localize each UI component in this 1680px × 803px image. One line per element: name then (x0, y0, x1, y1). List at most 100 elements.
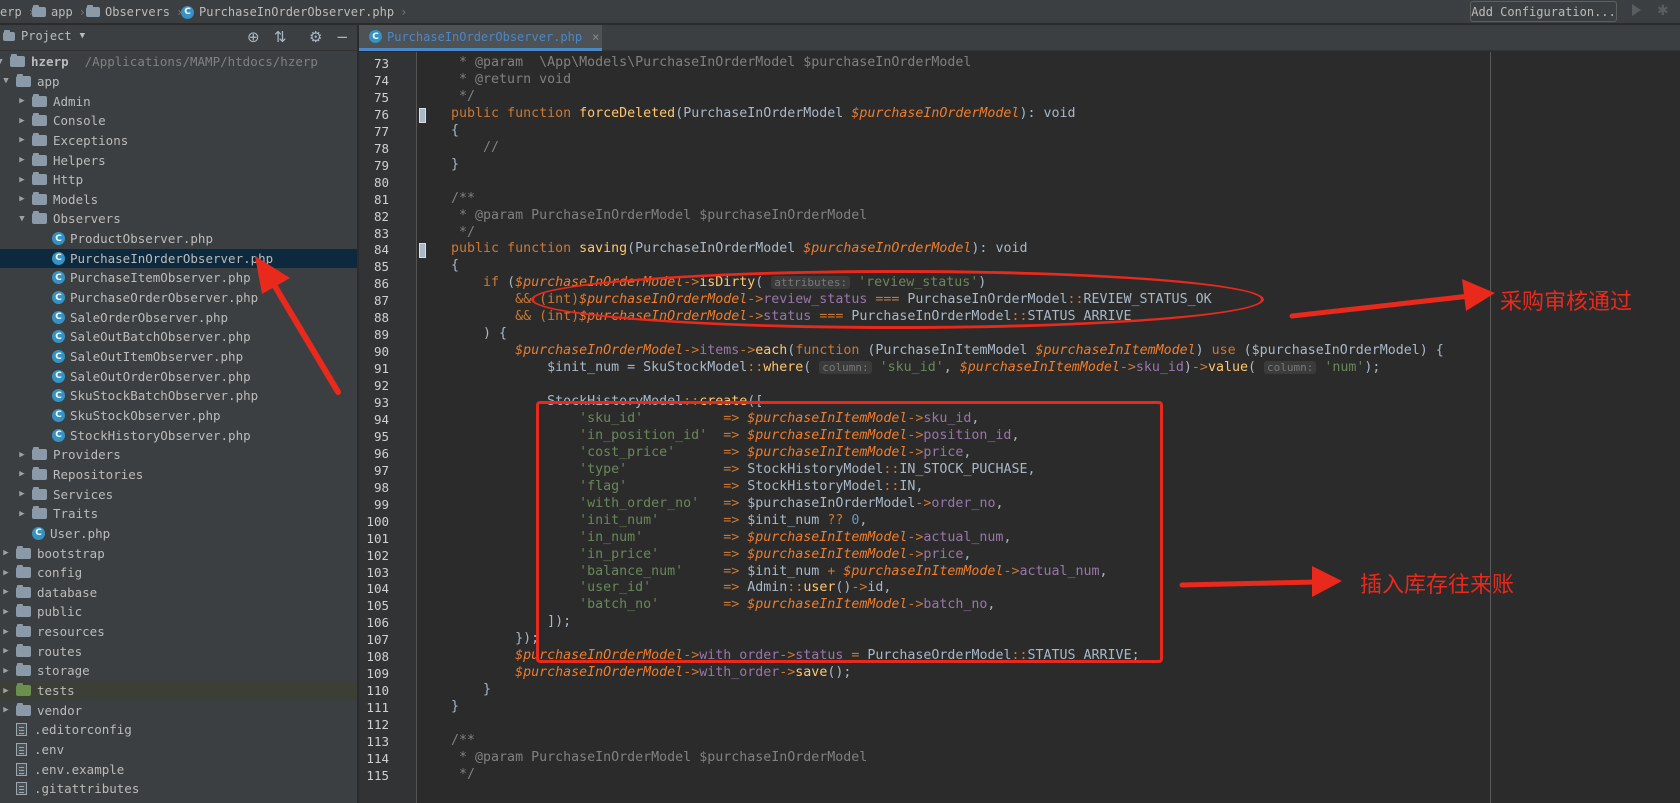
tree-item-console[interactable]: ▶ Console (0, 111, 357, 131)
chevron-right-icon[interactable]: ▶ (16, 135, 28, 145)
tab-purchase-in-order-observer[interactable]: C PurchaseInOrderObserver.php × (359, 25, 602, 51)
chevron-right-icon[interactable]: ▶ (16, 509, 28, 519)
tree-item-observers[interactable]: ▼ Observers (0, 209, 357, 229)
add-configuration-button[interactable]: Add Configuration... (1470, 1, 1617, 22)
breadcrumb-root[interactable]: erp› (0, 3, 35, 21)
tree-item-resources[interactable]: ▶ resources (0, 622, 357, 642)
chevron-right-icon[interactable]: ▶ (16, 96, 28, 106)
debug-icon[interactable]: ✱ (1657, 3, 1669, 19)
tree-item-traits[interactable]: ▶ Traits (0, 504, 357, 524)
tree-item-tests[interactable]: ▶ tests (0, 680, 357, 701)
tree-item-skustockobserver-php[interactable]: C SkuStockObserver.php (0, 406, 357, 426)
tree-item-user-php[interactable]: C User.php (0, 524, 357, 544)
line-number-gutter[interactable]: 73 74 75 76 77 78 79 80 81 82 83 84 85 86 87 88 89 90 91 92… (359, 52, 426, 803)
code-token: /** (419, 733, 476, 748)
code-token: } (419, 682, 492, 698)
tree-item-services[interactable]: ▶ Services (0, 484, 357, 504)
tree-item-purchaseitemobserver-php[interactable]: C PurchaseItemObserver.php (0, 268, 357, 288)
tree-item-label: Observers (53, 211, 121, 227)
gear-icon[interactable]: ⚙ (309, 28, 322, 46)
tree-item-storage[interactable]: ▶ storage (0, 661, 357, 681)
project-view-selector[interactable]: Project ▼ (3, 29, 85, 43)
chevron-right-icon[interactable]: ▶ (16, 155, 28, 165)
tree-item-label: Exceptions (53, 132, 129, 148)
line-number: 107 (366, 632, 389, 648)
tree-item-editorconfig[interactable]: .editorconfig (0, 720, 357, 740)
text-file-icon (16, 743, 27, 757)
tree-item-exceptions[interactable]: ▶ Exceptions (0, 131, 357, 151)
code-token: // (419, 139, 500, 155)
code-token: -> (683, 343, 700, 359)
code-token: with_order (699, 665, 780, 681)
chevron-right-icon[interactable]: ▶ (16, 175, 28, 185)
chevron-right-icon[interactable]: ▶ (0, 646, 12, 656)
tree-item-vendor[interactable]: ▶ vendor (0, 700, 357, 720)
chevron-right-icon[interactable]: ▶ (0, 607, 12, 617)
tree-item-models[interactable]: ▶ Models (0, 190, 357, 210)
line-number: 100 (366, 513, 389, 529)
folder-icon (16, 663, 31, 677)
tree-item-bootstrap[interactable]: ▶ bootstrap (0, 543, 357, 563)
text-file-icon (16, 782, 27, 796)
tree-item-productobserver-php[interactable]: C ProductObserver.php (0, 229, 357, 249)
tree-item-label: app (37, 73, 60, 89)
chevron-right-icon[interactable]: ▶ (0, 587, 12, 597)
breadcrumb-app[interactable]: app › (32, 3, 86, 21)
run-icon[interactable] (1632, 4, 1641, 16)
close-icon[interactable]: × (592, 30, 599, 44)
tree-item-stockhistoryobserver-php[interactable]: C StockHistoryObserver.php (0, 425, 357, 445)
breadcrumb-file[interactable]: C PurchaseInOrderObserver.php › (181, 3, 407, 21)
tree-item-admin[interactable]: ▶ Admin (0, 91, 357, 111)
code-token: $purchaseInOrderModel (515, 343, 684, 359)
code-token: , (943, 360, 960, 376)
tree-item-providers[interactable]: ▶ Providers (0, 445, 357, 465)
chevron-right-icon[interactable]: ▶ (0, 627, 12, 637)
tree-item-public[interactable]: ▶ public (0, 602, 357, 622)
tree-item-label: SkuStockBatchObserver.php (70, 388, 259, 404)
tree-item-repositories[interactable]: ▶ Repositories (0, 465, 357, 485)
chevron-down-icon[interactable]: ▼ (16, 214, 28, 224)
code-token: } (419, 699, 460, 715)
text-file-icon (16, 762, 27, 776)
code-line: }); (419, 631, 539, 649)
locate-icon[interactable]: ⊕ (247, 28, 260, 46)
tree-item-config[interactable]: ▶ config (0, 563, 357, 583)
tree-item-saleoutbatchobserver-php[interactable]: C SaleOutBatchObserver.php (0, 327, 357, 347)
tree-item-database[interactable]: ▶ database (0, 583, 357, 603)
tree-item-purchaseinorderobserver-php[interactable]: C PurchaseInOrderObserver.php (0, 248, 357, 269)
tree-item-app[interactable]: ▼ app (0, 72, 357, 92)
hide-panel-icon[interactable]: − (336, 28, 349, 46)
chevron-right-icon[interactable]: ▶ (16, 489, 28, 499)
code-token: ) (1195, 343, 1212, 359)
tree-item-skustockbatchobserver-php[interactable]: C SkuStockBatchObserver.php (0, 386, 357, 406)
tree-item-purchaseorderobserver-php[interactable]: C PurchaseOrderObserver.php (0, 288, 357, 308)
folder-icon (16, 584, 31, 598)
tree-item-routes[interactable]: ▶ routes (0, 642, 357, 662)
chevron-right-icon[interactable]: ▶ (0, 686, 12, 696)
chevron-right-icon[interactable]: ▶ (16, 469, 28, 479)
tree-item-saleoutitemobserver-php[interactable]: C SaleOutItemObserver.php (0, 347, 357, 367)
chevron-down-icon[interactable]: ▼ (0, 76, 12, 86)
chevron-right-icon[interactable]: ▶ (0, 666, 12, 676)
chevron-right-icon[interactable]: ▶ (16, 450, 28, 460)
chevron-right-icon[interactable]: ▶ (0, 705, 12, 715)
tree-item-env[interactable]: .env (0, 740, 357, 760)
chevron-right-icon[interactable]: ▶ (16, 194, 28, 204)
collapse-all-icon[interactable]: ⇅ (274, 28, 287, 46)
tree-item-env-example[interactable]: .env.example (0, 759, 357, 779)
tree-item-helpers[interactable]: ▶ Helpers (0, 150, 357, 170)
breadcrumb-observers[interactable]: Observers › (86, 3, 183, 21)
line-number: 102 (366, 547, 389, 563)
tree-item-saleorderobserver-php[interactable]: C SaleOrderObserver.php (0, 307, 357, 327)
line-number: 101 (366, 530, 389, 546)
tree-item-http[interactable]: ▶ Http (0, 170, 357, 190)
chevron-right-icon[interactable]: ▶ (16, 116, 28, 126)
tree-item-label: public (37, 604, 83, 620)
code-token: 'sku_id' (871, 360, 944, 376)
chevron-right-icon[interactable]: ▶ (0, 568, 12, 578)
chevron-right-icon[interactable]: ▶ (0, 548, 12, 558)
tree-item-saleoutorderobserver-php[interactable]: C SaleOutOrderObserver.php (0, 366, 357, 386)
tree-root-hzerp[interactable]: ▼ hzerp/Applications/MAMP/htdocs/hzerp (0, 52, 352, 72)
tree-item-gitattributes[interactable]: .gitattributes (0, 779, 357, 799)
